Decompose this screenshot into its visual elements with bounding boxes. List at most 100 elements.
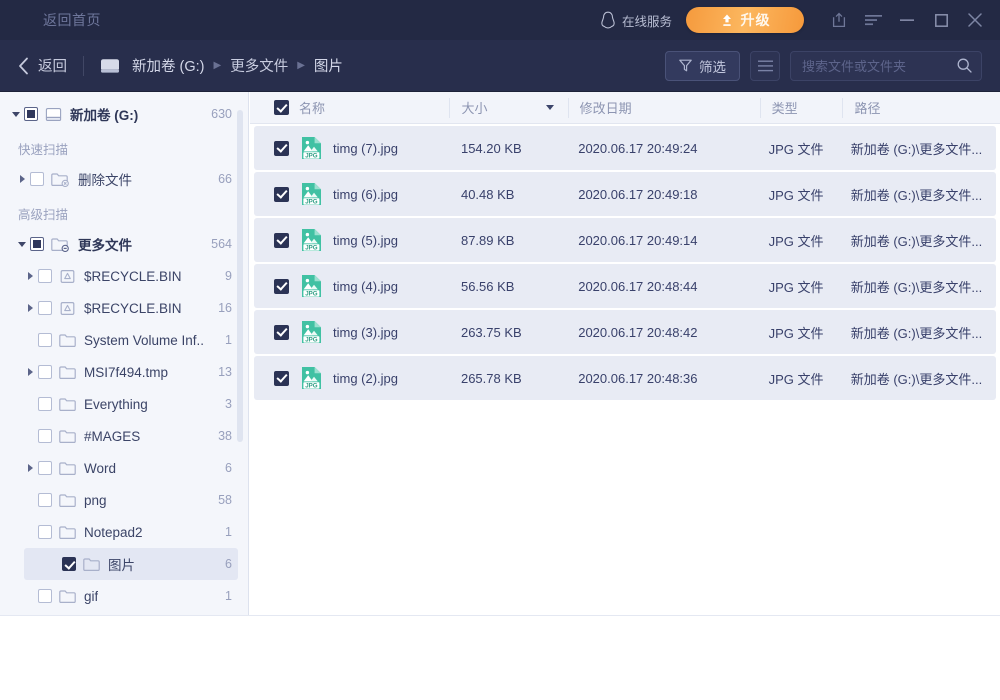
tree-node[interactable]: 删除文件66 [0,163,248,195]
tree-node-root[interactable]: 新加卷 (G:)630 [0,98,248,130]
upgrade-label: 升级 [741,10,771,30]
upgrade-button[interactable]: 升级 [686,7,804,33]
table-row[interactable]: JPGtimg (7).jpg154.20 KB2020.06.17 20:49… [254,126,996,170]
column-header-name[interactable]: 名称 [299,92,449,124]
caret-collapsed-icon[interactable] [22,452,38,484]
tree-checkbox[interactable] [38,493,52,507]
tree-checkbox[interactable] [30,237,44,251]
table-row[interactable]: JPGtimg (3).jpg263.75 KB2020.06.17 20:48… [254,310,996,354]
tree-node-label: Word [84,461,116,476]
close-icon[interactable] [958,0,992,40]
tree-checkbox[interactable] [38,397,52,411]
list-view-button[interactable] [750,51,780,81]
column-header-path[interactable]: 路径 [842,92,1000,124]
cell-size: 154.20 KB [450,141,567,156]
table-row[interactable]: JPGtimg (5).jpg87.89 KB2020.06.17 20:49:… [254,218,996,262]
breadcrumb-item-2[interactable]: 图片 [314,55,343,76]
cell-name: timg (6).jpg [333,187,450,202]
tree-node[interactable]: System Volume Inf..1 [0,324,248,356]
tree-node[interactable]: 更多文件564 [0,228,248,260]
tree-checkbox[interactable] [38,589,52,603]
row-checkbox[interactable] [274,371,289,386]
folder-icon [83,557,100,572]
tree-node[interactable]: #MAGES 38 [0,420,248,452]
minimize-icon[interactable] [890,0,924,40]
caret-placeholder [22,388,38,420]
maximize-icon[interactable] [924,0,958,40]
tree-node[interactable]: Notepad21 [0,516,248,548]
column-header-size[interactable]: 大小 [449,92,567,124]
home-button[interactable]: 返回首页 [18,10,101,30]
caret-expanded-icon[interactable] [8,98,24,130]
table-row[interactable]: JPGtimg (4).jpg56.56 KB2020.06.17 20:48:… [254,264,996,308]
tree-node-label: MSI7f494.tmp [84,365,168,380]
row-checkbox[interactable] [274,187,289,202]
list-view-icon [758,60,773,72]
svg-text:JPG: JPG [305,152,318,159]
column-header-type[interactable]: 类型 [760,92,843,124]
cell-size: 56.56 KB [450,279,567,294]
caret-collapsed-icon[interactable] [22,292,38,324]
column-divider [449,98,450,118]
column-header-name-label: 名称 [299,98,325,117]
sort-descending-icon[interactable] [546,105,554,110]
tree-node-label: gif [84,589,98,604]
search-input[interactable]: 搜索文件或文件夹 [790,51,982,81]
tree-node-label: #MAGES [84,429,140,444]
online-service-button[interactable]: 在线服务 [600,11,672,30]
caret-expanded-icon[interactable] [14,228,30,260]
titlebar-right-group: 在线服务 升级 [600,0,1000,40]
row-checkbox[interactable] [274,325,289,340]
breadcrumb-item-0[interactable]: 新加卷 (G:) [132,55,205,76]
tree-checkbox[interactable] [62,557,76,571]
tree-node[interactable]: MSI7f494.tmp13 [0,356,248,388]
caret-collapsed-icon[interactable] [14,163,30,195]
share-icon[interactable] [822,0,856,40]
cell-size: 263.75 KB [450,325,567,340]
tree-checkbox[interactable] [38,333,52,347]
column-header-date[interactable]: 修改日期 [568,92,760,124]
table-row[interactable]: JPGtimg (6).jpg40.48 KB2020.06.17 20:49:… [254,172,996,216]
tree-node-count: 38 [210,429,232,443]
tree-node[interactable]: $RECYCLE.BIN9 [0,260,248,292]
column-header-size-label: 大小 [461,98,487,117]
row-checkbox[interactable] [274,233,289,248]
search-icon[interactable] [957,58,972,73]
online-service-label: 在线服务 [622,11,672,30]
filter-button[interactable]: 筛选 [665,51,740,81]
row-checkbox[interactable] [274,279,289,294]
caret-collapsed-icon[interactable] [22,260,38,292]
caret-collapsed-icon[interactable] [22,356,38,388]
tree-node[interactable]: $RECYCLE.BIN16 [0,292,248,324]
row-checkbox[interactable] [274,141,289,156]
back-button[interactable]: 返回 [18,55,67,76]
column-divider [568,98,569,118]
tree-node[interactable]: Word6 [0,452,248,484]
table-row[interactable]: JPGtimg (2).jpg265.78 KB2020.06.17 20:48… [254,356,996,400]
tree-checkbox[interactable] [38,365,52,379]
tree-checkbox[interactable] [24,107,38,121]
tree-checkbox[interactable] [38,461,52,475]
nav-divider [83,56,84,76]
title-bar: 返回首页 在线服务 升级 [0,0,1000,40]
tree-checkbox[interactable] [38,269,52,283]
svg-text:JPG: JPG [305,290,318,297]
tree-node[interactable]: 图片6 [24,548,238,580]
tree-checkbox[interactable] [30,172,44,186]
breadcrumb-item-1[interactable]: 更多文件 [230,55,288,76]
more-folder-icon [51,237,70,252]
cell-date: 2020.06.17 20:49:14 [567,233,757,248]
tree-checkbox[interactable] [38,525,52,539]
tree-checkbox[interactable] [38,429,52,443]
sidebar-scrollbar[interactable] [237,110,243,442]
tree-node[interactable]: png58 [0,484,248,516]
jpg-file-icon: JPG [289,320,333,344]
folder-tree: 新加卷 (G:)630快速扫描删除文件66高级扫描更多文件564$RECYCLE… [0,92,248,615]
folder-icon [59,365,76,380]
tree-node[interactable]: gif1 [0,580,248,612]
cell-date: 2020.06.17 20:48:42 [567,325,757,340]
menu-icon[interactable] [856,0,890,40]
select-all-checkbox[interactable] [274,100,289,115]
tree-checkbox[interactable] [38,301,52,315]
tree-node[interactable]: Everything3 [0,388,248,420]
